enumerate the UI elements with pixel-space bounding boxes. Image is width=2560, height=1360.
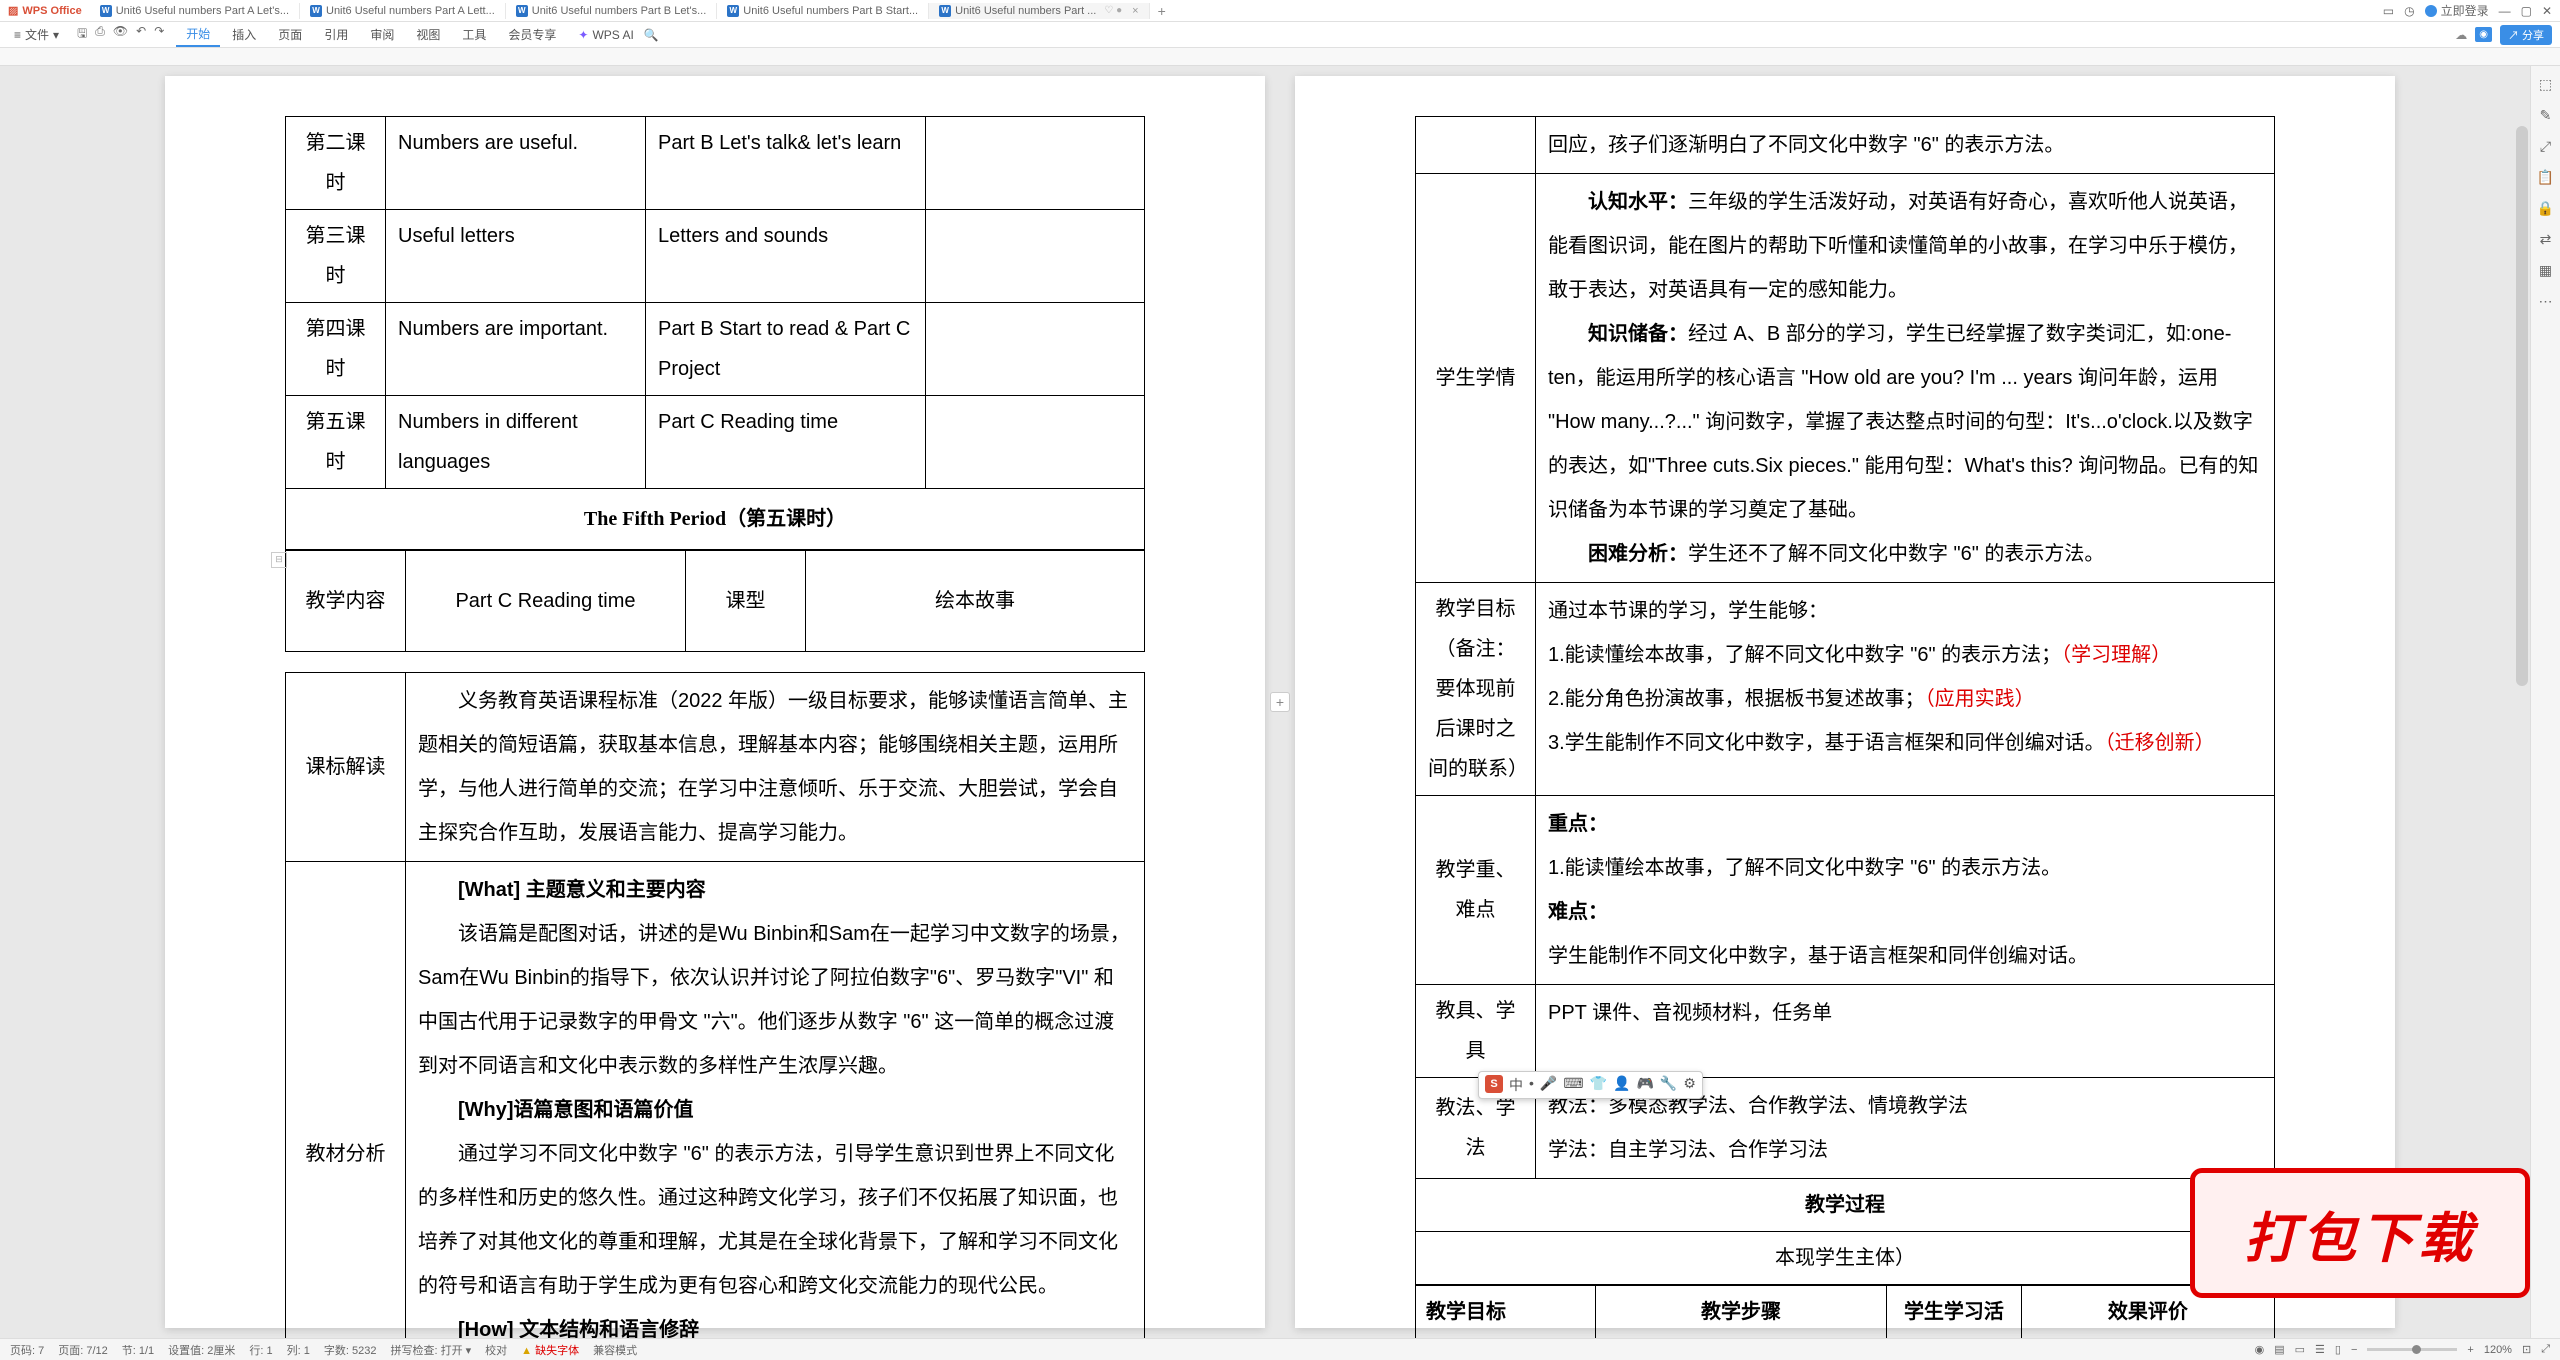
add-page-button[interactable]: + [1270,692,1290,712]
ime-keyboard-icon[interactable]: ⌨ [1563,1075,1583,1095]
minimize-icon[interactable]: — [2499,4,2511,18]
status-pageno[interactable]: 页码: 7 [10,1342,44,1358]
menu-insert[interactable]: 插入 [222,23,266,46]
ime-cn-icon[interactable]: 中 [1509,1075,1523,1095]
menu-member[interactable]: 会员专享 [498,23,566,46]
menu-review[interactable]: 审阅 [360,23,404,46]
app-logo: ▨WPS Office [8,4,82,17]
view-web-icon[interactable]: ◉ [2255,1343,2265,1356]
zoom-out-icon[interactable]: − [2351,1344,2357,1356]
view-outline-icon[interactable]: ☰ [2315,1343,2325,1356]
ime-logo-icon: S [1485,1075,1503,1093]
lock-tool-icon[interactable]: 🔒 [2537,200,2554,217]
search-icon[interactable]: 🔍 [644,28,659,42]
document-area: ⊟ 第二课时Numbers are useful.Part B Let's ta… [0,66,2560,1338]
period-title: The Fifth Period（第五课时） [285,489,1145,550]
tab-5-active[interactable]: WUnit6 Useful numbers Part ...♡ ●× [929,3,1149,19]
share-button[interactable]: ↗ 分享 [2500,25,2552,45]
fullscreen-icon[interactable]: ⤢ [2541,1343,2550,1356]
ime-tool-icon[interactable]: 🔧 [1660,1075,1677,1095]
cloud-icon[interactable]: ☁ [2455,28,2467,42]
right-sidebar: ⬚ ✎ ⤢ 📋 🔒 ⇄ ▦ ⋯ [2530,66,2560,1338]
page-break-marker: ⊟ [271,552,287,568]
tab-1[interactable]: WUnit6 Useful numbers Part A Let's... [90,3,300,19]
redo-icon[interactable]: ↷ [154,24,164,45]
select-tool-icon[interactable]: ⬚ [2539,76,2552,93]
undo-icon[interactable]: ↶ [136,24,146,45]
print-icon[interactable]: ⎙ [95,24,105,45]
status-col: 列: 1 [287,1342,310,1358]
new-tab-button[interactable]: + [1150,3,1174,19]
layers-tool-icon[interactable]: ▦ [2539,262,2552,279]
maximize-icon[interactable]: ▢ [2521,4,2532,18]
statusbar: 页码: 7 页面: 7/12 节: 1/1 设置值: 2厘米 行: 1 列: 1… [0,1338,2560,1360]
close-icon[interactable]: × [1132,5,1138,17]
tab-2[interactable]: WUnit6 Useful numbers Part A Lett... [300,3,506,19]
tab-3[interactable]: WUnit6 Useful numbers Part B Let's... [506,3,718,19]
clipboard-tool-icon[interactable]: 📋 [2537,169,2554,186]
status-missing-font[interactable]: 缺失字体 [521,1342,579,1358]
ime-game-icon[interactable]: 🎮 [1636,1075,1653,1095]
zoom-value[interactable]: 120% [2484,1344,2512,1356]
detail-table: 回应，孩子们逐渐明白了不同文化中数字 "6" 的表示方法。 学生学情 认知水平：… [1415,116,2275,1285]
bookmark-icon[interactable]: ◉ [2475,27,2492,42]
status-section: 节: 1/1 [122,1342,154,1358]
schedule-table: 第二课时Numbers are useful.Part B Let's talk… [285,116,1145,489]
status-row: 行: 1 [249,1342,272,1358]
expand-tool-icon[interactable]: ⤢ [2540,138,2551,155]
ime-toolbar[interactable]: S 中 • 🎤 ⌨ 👕 👤 🎮 🔧 ⚙ [1478,1071,1703,1099]
preview-icon[interactable]: 👁 [113,24,128,45]
status-setting: 设置值: 2厘米 [168,1342,235,1358]
status-page[interactable]: 页面: 7/12 [58,1342,108,1358]
ime-punct-icon[interactable]: • [1529,1075,1534,1095]
zoom-in-icon[interactable]: + [2467,1344,2473,1356]
menu-view[interactable]: 视图 [406,23,450,46]
tab-4[interactable]: WUnit6 Useful numbers Part B Start... [717,3,929,19]
view-more-icon[interactable]: ▯ [2335,1343,2341,1356]
content-type-table: 教学内容 Part C Reading time 课型 绘本故事 [285,550,1145,652]
login-button[interactable]: 立即登录 [2425,2,2489,19]
menu-start[interactable]: 开始 [176,22,220,47]
view-print-icon[interactable]: ▤ [2274,1343,2284,1356]
tab-extra-icons[interactable]: ♡ ● [1104,5,1122,16]
download-stamp[interactable]: 打包下载 [2190,1168,2530,1298]
wps-ai-button[interactable]: WPS AI [578,28,633,42]
zoom-slider[interactable] [2367,1348,2457,1351]
close-window-icon[interactable]: ✕ [2542,4,2552,18]
sync-icon[interactable]: ◷ [2404,4,2414,18]
vertical-scrollbar[interactable] [2516,126,2528,686]
menu-page[interactable]: 页面 [268,23,312,46]
page-right: 回应，孩子们逐渐明白了不同文化中数字 "6" 的表示方法。 学生学情 认知水平：… [1295,76,2395,1328]
ime-mic-icon[interactable]: 🎤 [1540,1075,1557,1095]
save-icon[interactable]: 🖫 [77,24,87,45]
ime-clothes-icon[interactable]: 👕 [1590,1075,1607,1095]
status-words[interactable]: 字数: 5232 [324,1342,377,1358]
status-compat: 兼容模式 [593,1342,637,1358]
file-menu[interactable]: ≡ 文件 ▾ [8,24,65,45]
titlebar: ▨WPS Office WUnit6 Useful numbers Part A… [0,0,2560,22]
process-table: 教学目标 教学步骤 学生学习活动 效果评价 1.能读懂配图对话，了解不同文化中数… [1415,1285,2275,1338]
view-read-icon[interactable]: ▭ [2295,1343,2305,1356]
status-spell[interactable]: 拼写检查: 打开 ▾ [390,1342,471,1358]
ruler [0,48,2560,66]
swap-tool-icon[interactable]: ⇄ [2540,231,2552,248]
menu-tools[interactable]: 工具 [452,23,496,46]
ime-person-icon[interactable]: 👤 [1613,1075,1630,1095]
more-tool-icon[interactable]: ⋯ [2539,293,2553,310]
page-left: ⊟ 第二课时Numbers are useful.Part B Let's ta… [165,76,1265,1328]
layout-icon[interactable]: ▭ [2383,4,2394,18]
status-proof[interactable]: 校对 [485,1342,507,1358]
menubar: ≡ 文件 ▾ 🖫 ⎙ 👁 ↶ ↷ 开始 插入 页面 引用 审阅 视图 工具 会员… [0,22,2560,48]
edit-tool-icon[interactable]: ✎ [2540,107,2552,124]
analysis-table: 课标解读 义务教育英语课程标准（2022 年版）一级目标要求，能够读懂语言简单、… [285,672,1145,1338]
menu-reference[interactable]: 引用 [314,23,358,46]
ime-settings-icon[interactable]: ⚙ [1683,1075,1696,1095]
fit-icon[interactable]: ⊡ [2522,1343,2531,1356]
